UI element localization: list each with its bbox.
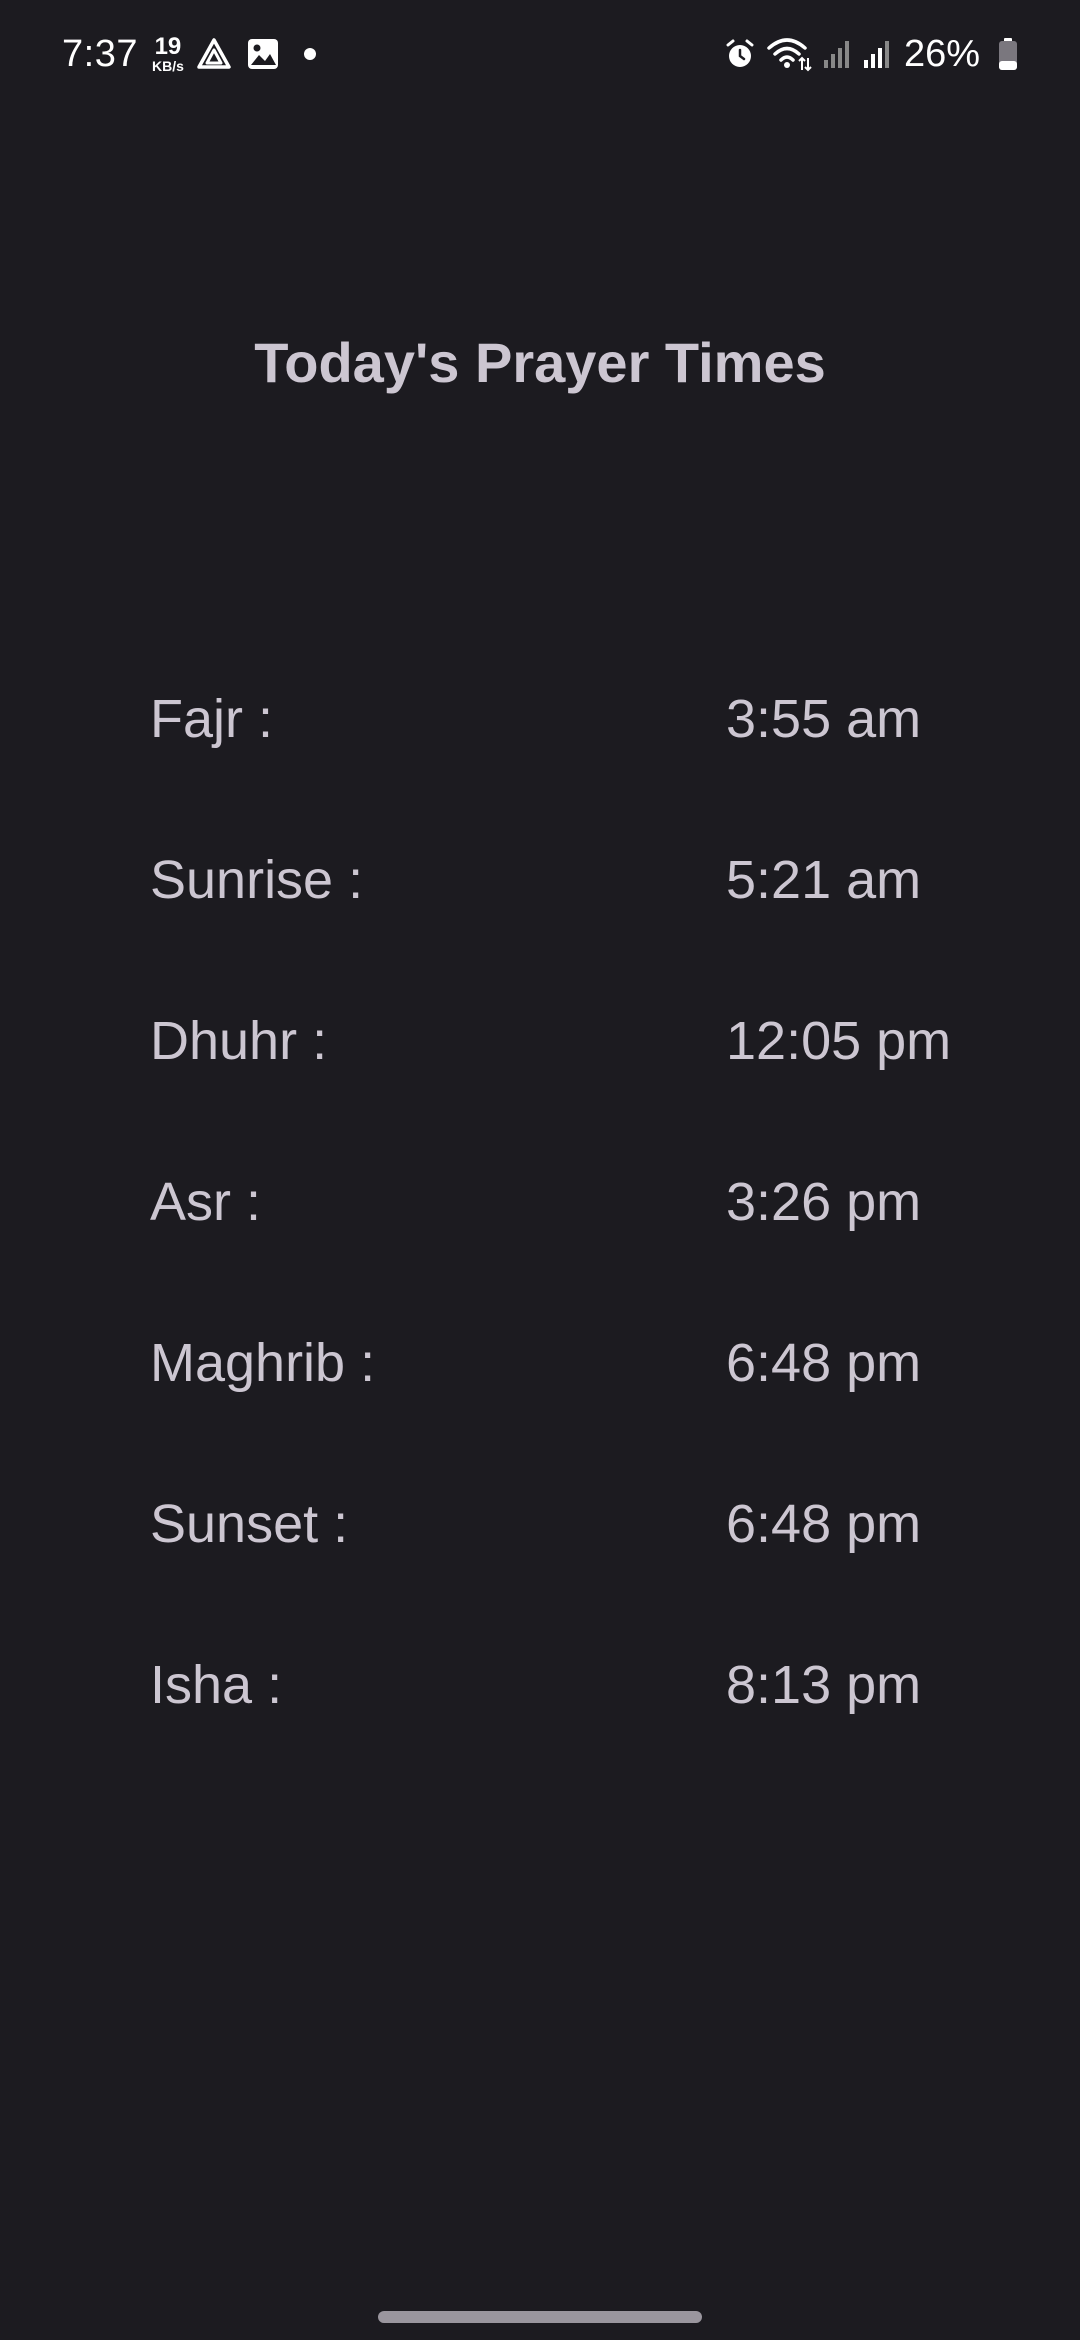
network-speed-indicator: 19 KB/s	[151, 33, 184, 74]
battery-icon	[998, 37, 1018, 71]
battery-percentage: 26%	[903, 32, 980, 75]
clock: 7:37	[62, 32, 138, 75]
prayer-name: Sunrise :	[150, 850, 364, 910]
prayer-name: Fajr :	[150, 689, 274, 749]
prayer-row-isha: Isha : 8:13 pm	[150, 1634, 1000, 1795]
prayer-time: 12:05 pm	[726, 1011, 952, 1071]
home-gesture-bar[interactable]	[378, 2311, 702, 2323]
prayer-row-sunrise: Sunrise : 5:21 am	[150, 829, 1000, 990]
page-title: Today's Prayer Times	[254, 331, 826, 394]
prayer-row-maghrib: Maghrib : 6:48 pm	[150, 1312, 1000, 1473]
status-bar: 7:37 19 KB/s 26%	[0, 0, 1080, 110]
status-bar-right: 26%	[714, 28, 1018, 80]
image-icon	[246, 37, 280, 71]
prayer-row-sunset: Sunset : 6:48 pm	[150, 1473, 1000, 1634]
prayer-time: 3:55 am	[726, 689, 922, 749]
signal-icon	[822, 38, 852, 70]
prayer-time: 6:48 pm	[726, 1333, 922, 1393]
alarm-icon	[724, 38, 756, 70]
prayer-name: Dhuhr :	[150, 1011, 328, 1071]
prayer-time: 5:21 am	[726, 850, 922, 910]
prayer-name: Isha :	[150, 1655, 283, 1715]
prayer-row-fajr: Fajr : 3:55 am	[150, 668, 1000, 829]
prayer-name: Sunset :	[150, 1494, 349, 1554]
status-bar-left: 7:37 19 KB/s	[62, 28, 316, 80]
notification-dot-icon	[303, 48, 316, 60]
prayer-time: 3:26 pm	[726, 1172, 922, 1232]
prayer-name: Maghrib :	[150, 1333, 376, 1393]
prayer-time: 6:48 pm	[726, 1494, 922, 1554]
network-speed-unit: KB/s	[151, 58, 184, 74]
drive-icon	[196, 37, 232, 71]
prayer-time: 8:13 pm	[726, 1655, 922, 1715]
prayer-times-list: Fajr : 3:55 am Sunrise : 5:21 am Dhuhr :…	[150, 668, 1000, 1795]
wifi-icon	[766, 36, 812, 72]
prayer-row-asr: Asr : 3:26 pm	[150, 1151, 1000, 1312]
prayer-row-dhuhr: Dhuhr : 12:05 pm	[150, 990, 1000, 1151]
signal-icon	[862, 38, 892, 70]
network-speed-value: 19	[154, 33, 182, 60]
prayer-name: Asr :	[150, 1172, 262, 1232]
